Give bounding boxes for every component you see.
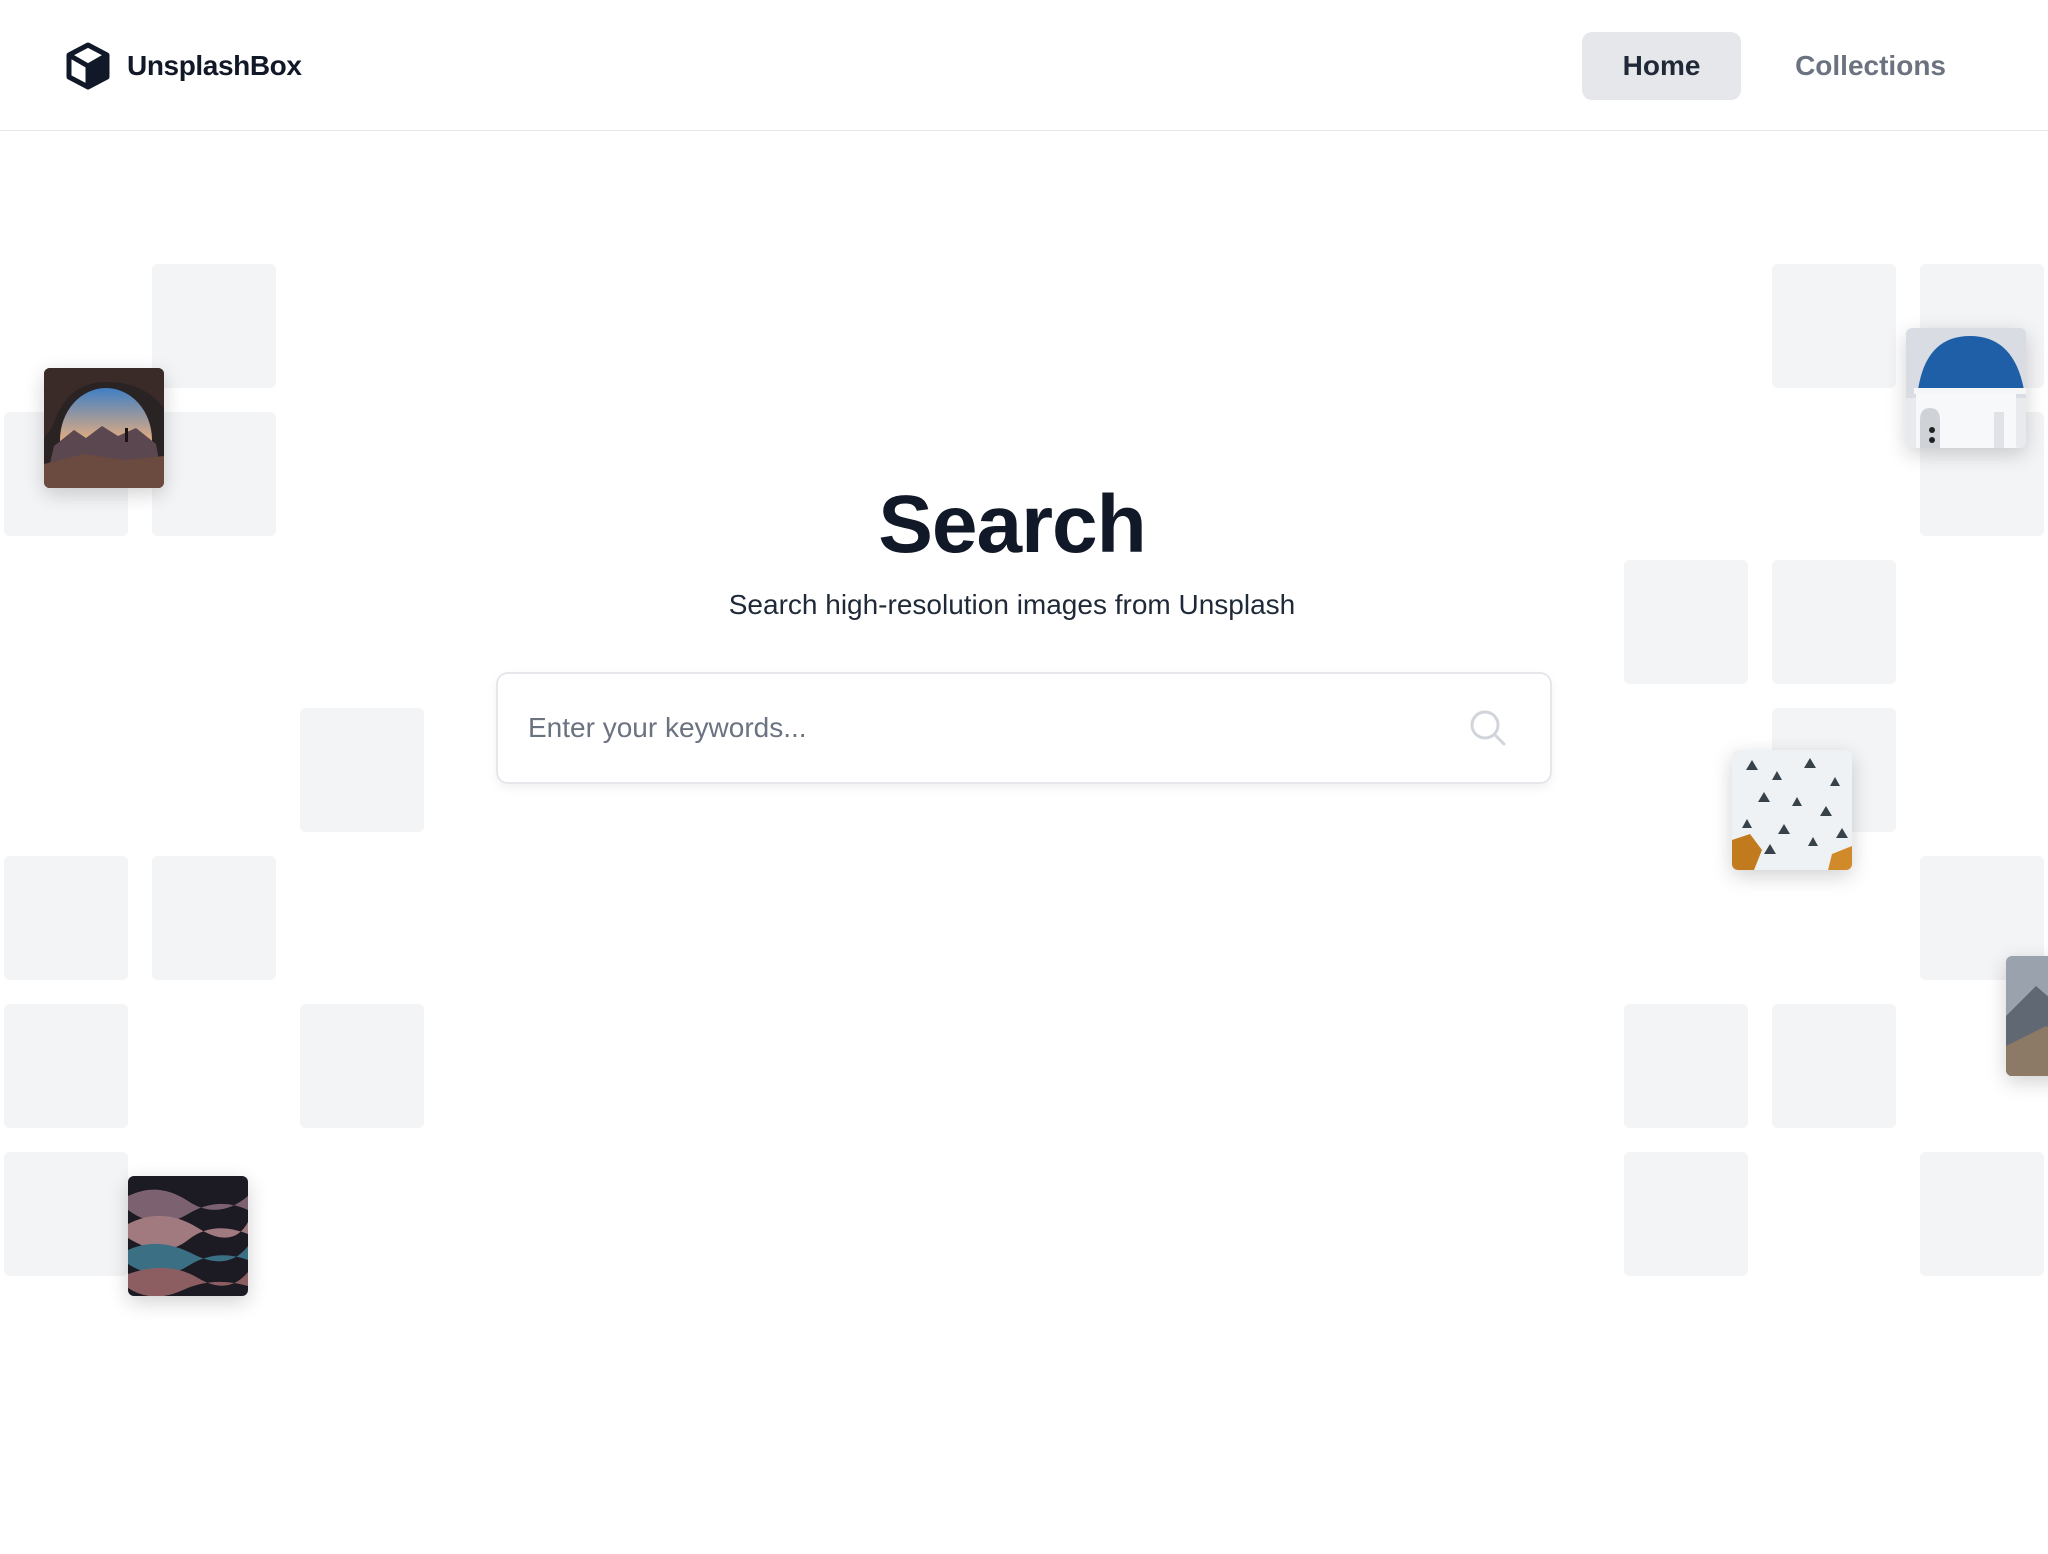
- nav-home[interactable]: Home: [1582, 32, 1742, 100]
- photo-snowy-forest: [1732, 750, 1852, 870]
- brand[interactable]: UnsplashBox: [65, 42, 302, 90]
- search-icon[interactable]: [1466, 706, 1510, 750]
- brand-name: UnsplashBox: [127, 50, 302, 81]
- photo-abstract-waves: [128, 1176, 248, 1296]
- grid-tile: [300, 1004, 424, 1128]
- grid-tile: [300, 708, 424, 832]
- photo-mountains: [2006, 956, 2048, 1076]
- nav-collections[interactable]: Collections: [1773, 32, 1968, 100]
- grid-tile: [4, 1152, 128, 1276]
- photo-blue-dome: [1906, 328, 2026, 448]
- page-title: Search: [878, 479, 1147, 570]
- grid-tile: [1920, 1152, 2044, 1276]
- search-bar: [496, 672, 1552, 784]
- grid-tile: [152, 856, 276, 980]
- search-input[interactable]: [498, 674, 1466, 782]
- grid-tile: [4, 856, 128, 980]
- top-navbar: UnsplashBox Home Collections: [0, 0, 2048, 131]
- grid-tile: [1772, 560, 1896, 684]
- grid-tile: [1624, 1004, 1748, 1128]
- grid-tile: [1772, 1004, 1896, 1128]
- grid-tile: [152, 264, 276, 388]
- grid-tile: [1624, 560, 1748, 684]
- grid-tile: [1624, 1152, 1748, 1276]
- main-nav: Home Collections: [1582, 32, 1968, 100]
- grid-tile: [4, 1004, 128, 1128]
- page-subtitle: Search high-resolution images from Unspl…: [728, 589, 1296, 620]
- cube-icon: [65, 42, 111, 90]
- photo-cave-sunset: [44, 368, 164, 488]
- grid-tile: [1772, 264, 1896, 388]
